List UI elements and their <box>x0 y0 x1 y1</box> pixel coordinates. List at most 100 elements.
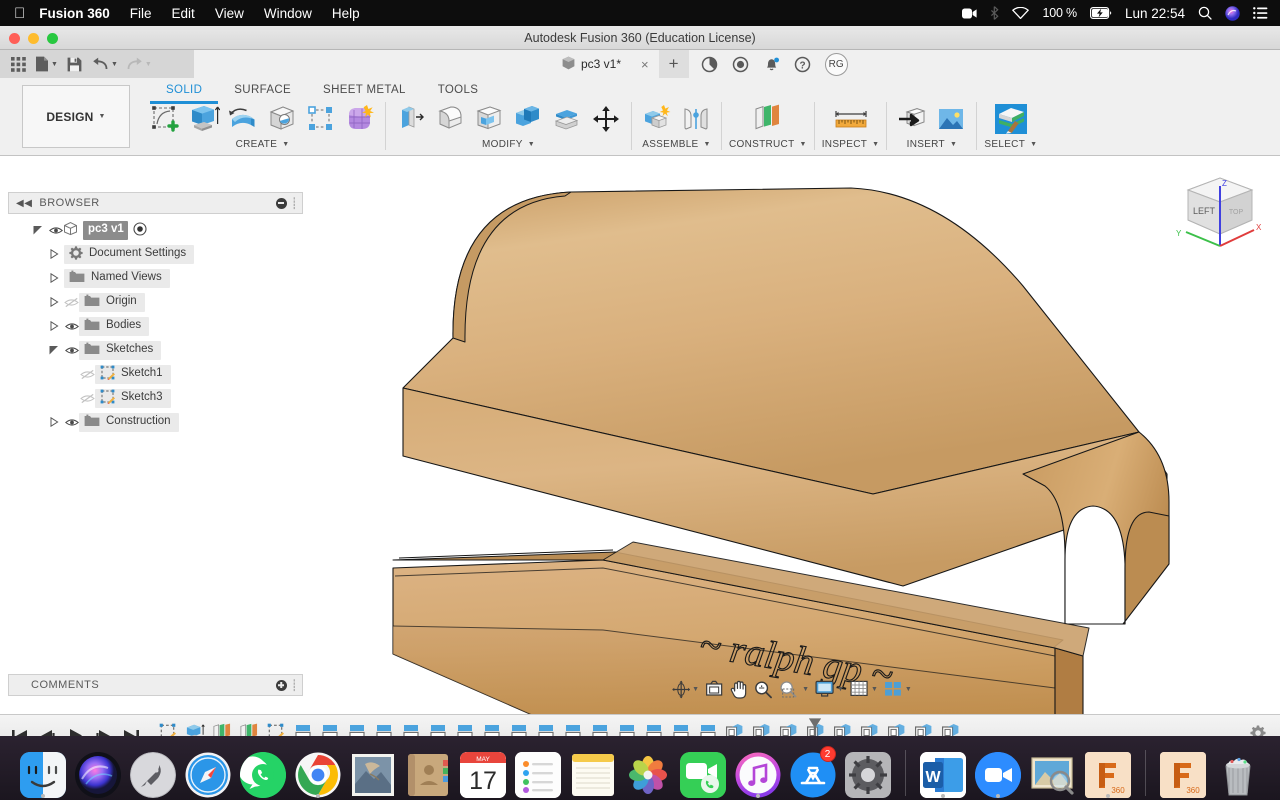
collapse-left-icon[interactable]: ◀◀ <box>9 198 39 209</box>
dock-item-photos[interactable] <box>624 746 672 798</box>
activate-component-radio[interactable] <box>133 222 147 239</box>
modify-panel-label[interactable]: MODIFY ▼ <box>482 139 535 150</box>
bluetooth-icon[interactable] <box>990 6 999 20</box>
add-comment-icon[interactable] <box>276 680 287 691</box>
measure-icon[interactable] <box>829 102 873 136</box>
tree-item-label-box[interactable]: pc3 v1 <box>83 221 128 240</box>
model-render[interactable]: ~ ralph gp ~ <box>303 156 1280 714</box>
dock-item-preview[interactable] <box>1029 746 1077 798</box>
tree-row-sketch1[interactable]: Sketch1 <box>8 362 303 386</box>
expander-expanded-icon[interactable] <box>28 225 48 235</box>
dock-item-system-preferences[interactable] <box>844 746 892 798</box>
undo-icon[interactable]: ▼ <box>89 52 121 76</box>
tab-tools[interactable]: TOOLS <box>422 82 495 104</box>
tree-item-label-box[interactable]: Named Views <box>64 269 170 288</box>
zoom-button[interactable] <box>47 33 58 44</box>
chevron-down-icon[interactable]: ▼ <box>871 686 878 693</box>
chevron-down-icon[interactable]: ▼ <box>837 686 844 693</box>
zoom-icon[interactable] <box>752 678 775 700</box>
chevron-down-icon[interactable]: ▼ <box>145 61 152 68</box>
view-cube[interactable]: LEFT TOP Z Y X <box>1172 168 1268 258</box>
assemble-panel-label[interactable]: ASSEMBLE ▼ <box>642 139 711 150</box>
grid-snaps-icon[interactable]: ▼ <box>848 678 880 700</box>
new-tab-button[interactable]: + <box>659 50 689 78</box>
display-settings-icon[interactable]: ▼ <box>813 678 846 700</box>
combine-icon[interactable] <box>510 102 546 136</box>
dock-item-microsoft-word[interactable]: W <box>919 746 967 798</box>
chevron-down-icon[interactable]: ▼ <box>51 61 58 68</box>
insert-derive-icon[interactable] <box>894 102 930 136</box>
tree-item-label-box[interactable]: Sketch1 <box>95 365 171 384</box>
joint-icon[interactable] <box>678 102 714 136</box>
job-status-icon[interactable] <box>697 51 723 77</box>
expander-expanded-icon[interactable] <box>44 345 64 355</box>
redo-icon[interactable]: ▼ <box>123 52 155 76</box>
tree-row-pc3-v1[interactable]: pc3 v1 <box>8 218 303 242</box>
notifications-bell-icon[interactable] <box>759 51 785 77</box>
visibility-eye-hidden-icon[interactable] <box>64 297 79 308</box>
offset-face-icon[interactable] <box>549 102 585 136</box>
extrude-icon[interactable] <box>186 102 222 136</box>
spotlight-search-icon[interactable] <box>1198 6 1212 20</box>
app-grid-icon[interactable] <box>6 52 30 76</box>
history-clock-icon[interactable] <box>728 51 754 77</box>
sweep-icon[interactable] <box>264 102 300 136</box>
document-tab[interactable]: pc3 v1* × <box>550 50 659 78</box>
dock-item-fusion-360[interactable]: 360 <box>1084 746 1132 798</box>
fillet-icon[interactable] <box>432 102 468 136</box>
construct-panel-label[interactable]: CONSTRUCT ▼ <box>729 139 807 150</box>
chevron-down-icon[interactable]: ▼ <box>692 686 699 693</box>
close-button[interactable] <box>9 33 20 44</box>
dock-item-finder[interactable] <box>19 746 67 798</box>
help-icon[interactable]: ? <box>790 51 816 77</box>
select-panel-label[interactable]: SELECT ▼ <box>984 139 1037 150</box>
tree-item-label-box[interactable]: Sketches <box>79 341 161 360</box>
tree-item-label-box[interactable]: Origin <box>79 293 145 312</box>
tree-item-label-box[interactable]: Bodies <box>79 317 149 336</box>
visibility-eye-icon[interactable] <box>48 226 63 235</box>
create-panel-label[interactable]: CREATE ▼ <box>236 139 290 150</box>
minimize-button[interactable] <box>28 33 39 44</box>
viewports-icon[interactable]: ▼ <box>882 678 914 700</box>
visibility-eye-icon[interactable] <box>64 418 79 427</box>
tree-item-label-box[interactable]: Construction <box>79 413 179 432</box>
menubar-clock[interactable]: Lun 22:54 <box>1125 6 1185 21</box>
chevron-down-icon[interactable]: ▼ <box>905 686 912 693</box>
dock-item-chrome[interactable] <box>294 746 342 798</box>
press-pull-icon[interactable] <box>393 102 429 136</box>
tree-row-construction[interactable]: Construction <box>8 410 303 434</box>
visibility-eye-icon[interactable] <box>64 322 79 331</box>
orbit-icon[interactable]: ▼ <box>669 678 701 700</box>
dock-item-itunes[interactable] <box>734 746 782 798</box>
expander-collapsed-icon[interactable] <box>44 321 64 331</box>
save-icon[interactable] <box>63 52 87 76</box>
tree-row-bodies[interactable]: Bodies <box>8 314 303 338</box>
menu-window[interactable]: Window <box>264 6 312 21</box>
3d-viewport[interactable]: ~ ralph gp ~ LEFT TOP <box>303 156 1280 714</box>
panel-resize-grip[interactable]: ┊ <box>291 679 298 692</box>
offset-plane-icon[interactable] <box>745 102 791 136</box>
shell-icon[interactable] <box>471 102 507 136</box>
apple-logo-icon[interactable]:  <box>14 6 25 21</box>
expander-collapsed-icon[interactable] <box>44 273 64 283</box>
chevron-down-icon[interactable]: ▼ <box>802 686 809 693</box>
dock-item-fusion-360-alt[interactable]: 360 <box>1159 746 1207 798</box>
tab-solid[interactable]: SOLID <box>150 82 218 104</box>
screen-record-icon[interactable] <box>962 8 977 19</box>
tree-item-label-box[interactable]: Document Settings <box>64 245 194 264</box>
expander-collapsed-icon[interactable] <box>44 249 64 259</box>
account-avatar[interactable]: RG <box>825 53 848 76</box>
dock-item-facetime[interactable] <box>679 746 727 798</box>
siri-icon[interactable] <box>1225 6 1240 21</box>
dock-item-trash[interactable] <box>1214 746 1262 798</box>
dock-item-notes[interactable] <box>569 746 617 798</box>
close-tab-icon[interactable]: × <box>641 57 649 72</box>
chevron-down-icon[interactable]: ▼ <box>111 61 118 68</box>
tab-surface[interactable]: SURFACE <box>218 82 307 104</box>
tree-item-label-box[interactable]: Sketch3 <box>95 389 171 408</box>
minimize-panel-icon[interactable] <box>276 198 287 209</box>
select-paint-icon[interactable] <box>988 102 1034 136</box>
visibility-eye-hidden-icon[interactable] <box>80 369 95 380</box>
dock-item-siri[interactable] <box>74 746 122 798</box>
insert-panel-label[interactable]: INSERT ▼ <box>907 139 958 150</box>
